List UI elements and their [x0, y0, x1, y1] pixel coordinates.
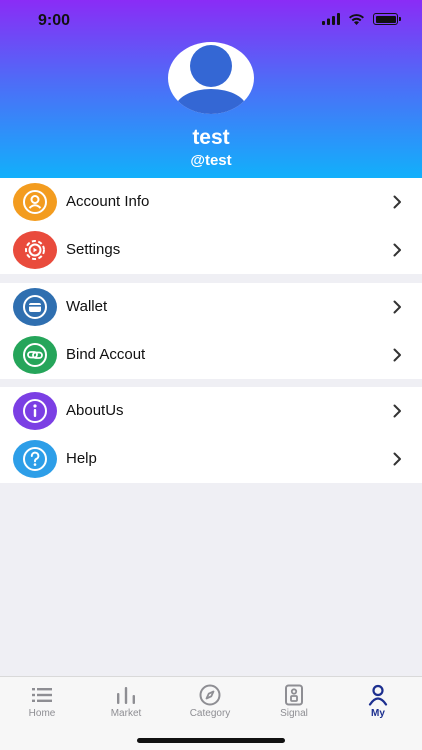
- menu-item-label: Settings: [66, 241, 121, 258]
- chevron-right-icon: [393, 243, 401, 257]
- menu-item-about-us[interactable]: AboutUs: [0, 387, 422, 435]
- cellular-signal-icon: [322, 13, 340, 25]
- tab-label: Signal: [280, 708, 308, 719]
- list-icon: [32, 688, 52, 702]
- menu-item-label: Bind Accout: [66, 346, 146, 363]
- menu-item-label: Wallet: [66, 298, 108, 315]
- menu-group-wallet: Wallet Bind Accout: [0, 283, 422, 379]
- home-indicator: [137, 738, 285, 743]
- compass-icon: [199, 684, 221, 706]
- tab-label: Home: [28, 708, 56, 719]
- bars-icon: [117, 687, 135, 704]
- person-icon: [368, 684, 388, 706]
- chevron-right-icon: [393, 348, 401, 362]
- chevron-right-icon: [393, 452, 401, 466]
- info-icon: [13, 392, 57, 430]
- settings-icon: [13, 231, 57, 269]
- status-bar: 9:00: [0, 0, 422, 44]
- wifi-icon: [349, 14, 364, 25]
- wallet-icon: [13, 288, 57, 326]
- status-icons: [322, 13, 401, 25]
- tab-label: Category: [189, 708, 231, 719]
- chevron-right-icon: [393, 300, 401, 314]
- link-icon: [13, 336, 57, 374]
- help-icon: [13, 440, 57, 478]
- tab-signal[interactable]: Signal: [252, 677, 336, 727]
- tab-market[interactable]: Market: [84, 677, 168, 727]
- menu-item-bind-account[interactable]: Bind Accout: [0, 331, 422, 379]
- chevron-right-icon: [393, 195, 401, 209]
- tab-label: Market: [110, 708, 142, 719]
- menu-group-account: Account Info Settings: [0, 178, 422, 274]
- profile-name: test: [192, 126, 230, 149]
- menu-item-label: AboutUs: [66, 402, 124, 419]
- tab-my[interactable]: My: [336, 677, 420, 727]
- profile-header: 9:00 test @test: [0, 0, 422, 178]
- battery-icon: [373, 13, 401, 25]
- signal-icon: [285, 684, 303, 706]
- avatar[interactable]: [168, 42, 254, 114]
- menu-item-settings[interactable]: Settings: [0, 226, 422, 274]
- account-icon: [13, 183, 57, 221]
- menu-item-account-info[interactable]: Account Info: [0, 178, 422, 226]
- chevron-right-icon: [393, 404, 401, 418]
- menu-item-wallet[interactable]: Wallet: [0, 283, 422, 331]
- status-time: 9:00: [38, 12, 71, 29]
- tab-category[interactable]: Category: [168, 677, 252, 727]
- tab-label: My: [371, 708, 385, 719]
- menu-item-help[interactable]: Help: [0, 435, 422, 483]
- menu-group-about: AboutUs Help: [0, 387, 422, 483]
- tab-home[interactable]: Home: [0, 677, 84, 727]
- menu-item-label: Account Info: [66, 193, 150, 210]
- profile-handle: @test: [190, 152, 232, 169]
- menu-item-label: Help: [66, 450, 97, 467]
